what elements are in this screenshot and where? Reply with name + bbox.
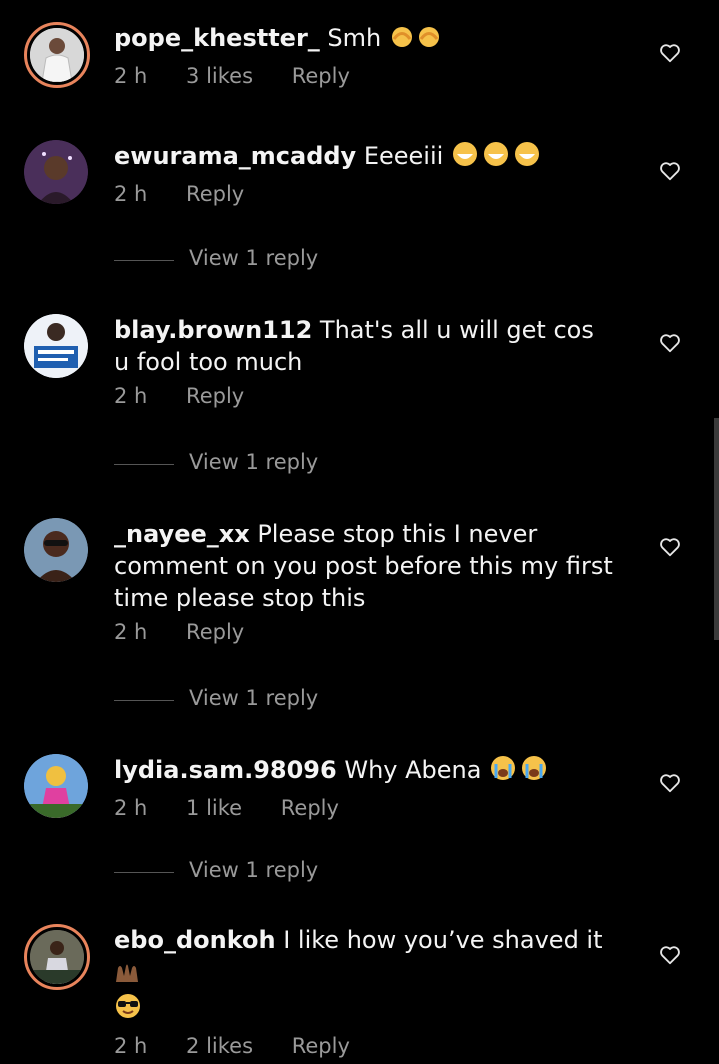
- heart-icon[interactable]: [659, 536, 681, 558]
- comment-text: ewurama_mcaddy Eeeeiii: [114, 140, 614, 176]
- divider: [114, 260, 174, 261]
- facepalm-emoji-icon: [389, 24, 443, 58]
- reply-button[interactable]: Reply: [292, 64, 350, 88]
- raised-hands-icon: [114, 960, 140, 992]
- laughing-emoji-icon: [451, 140, 543, 176]
- timestamp: 2 h: [114, 384, 148, 408]
- comment-text: ebo_donkoh I like how you’ve shaved it: [114, 924, 614, 1028]
- timestamp: 2 h: [114, 620, 148, 644]
- avatar[interactable]: [24, 314, 88, 378]
- username[interactable]: ewurama_mcaddy: [114, 142, 356, 170]
- divider: [114, 872, 174, 873]
- divider: [114, 700, 174, 701]
- heart-icon[interactable]: [659, 160, 681, 182]
- comment-text: lydia.sam.98096 Why Abena: [114, 754, 614, 790]
- divider: [114, 464, 174, 465]
- likes-count[interactable]: 2 likes: [186, 1034, 253, 1058]
- comment-text: blay.brown112 That's all u will get cos …: [114, 316, 594, 376]
- avatar[interactable]: [24, 22, 90, 88]
- timestamp: 2 h: [114, 64, 148, 88]
- timestamp: 2 h: [114, 796, 148, 820]
- avatar[interactable]: [24, 140, 88, 204]
- avatar[interactable]: [24, 924, 90, 990]
- sunglasses-emoji-icon: [114, 992, 142, 1028]
- scrollbar[interactable]: [714, 418, 719, 640]
- timestamp: 2 h: [114, 1034, 148, 1058]
- username[interactable]: blay.brown112: [114, 316, 312, 344]
- reply-button[interactable]: Reply: [186, 182, 244, 206]
- heart-icon[interactable]: [659, 42, 681, 64]
- username[interactable]: ebo_donkoh: [114, 926, 276, 954]
- comment-text: pope_khestter_ Smh: [114, 22, 614, 58]
- reply-button[interactable]: Reply: [281, 796, 339, 820]
- username[interactable]: lydia.sam.98096: [114, 756, 337, 784]
- reply-button[interactable]: Reply: [292, 1034, 350, 1058]
- avatar[interactable]: [24, 518, 88, 582]
- heart-icon[interactable]: [659, 332, 681, 354]
- timestamp: 2 h: [114, 182, 148, 206]
- heart-icon[interactable]: [659, 944, 681, 966]
- comment-text: _nayee_xx Please stop this I never comme…: [114, 520, 613, 612]
- reply-button[interactable]: Reply: [186, 620, 244, 644]
- likes-count[interactable]: 1 like: [186, 796, 242, 820]
- crying-emoji-icon: [489, 754, 549, 790]
- reply-button[interactable]: Reply: [186, 384, 244, 408]
- heart-icon[interactable]: [659, 772, 681, 794]
- avatar[interactable]: [24, 754, 88, 818]
- username[interactable]: pope_khestter_: [114, 24, 320, 52]
- likes-count[interactable]: 3 likes: [186, 64, 253, 88]
- username[interactable]: _nayee_xx: [114, 520, 250, 548]
